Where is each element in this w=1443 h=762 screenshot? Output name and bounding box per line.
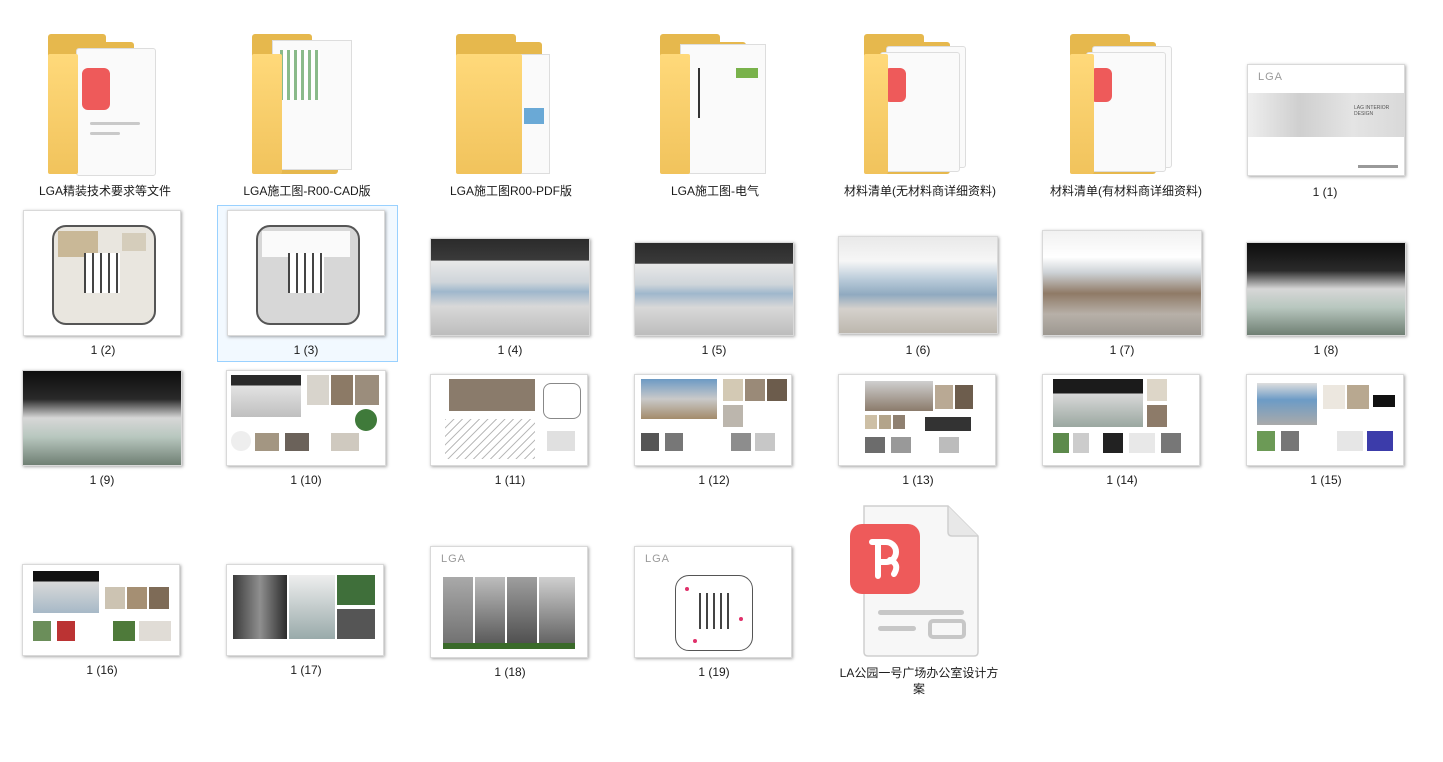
image-thumbnail bbox=[430, 374, 588, 466]
image-item[interactable]: 1 (3) bbox=[222, 208, 390, 360]
item-label: 1 (10) bbox=[290, 473, 322, 487]
item-label: 1 (1) bbox=[1312, 185, 1338, 199]
image-item[interactable]: 1 (11) bbox=[428, 372, 592, 492]
image-thumbnail bbox=[1042, 230, 1202, 336]
image-thumbnail bbox=[634, 242, 794, 336]
item-label: 1 (14) bbox=[1106, 473, 1138, 487]
item-label: LGA精装技术要求等文件 bbox=[38, 184, 171, 198]
image-thumbnail bbox=[1246, 374, 1404, 466]
item-label: 1 (5) bbox=[701, 343, 727, 357]
image-item[interactable]: 1 (16) bbox=[20, 562, 184, 682]
image-thumbnail bbox=[22, 370, 182, 466]
image-thumbnail bbox=[23, 210, 181, 336]
image-item[interactable]: 1 (4) bbox=[428, 236, 592, 360]
image-item[interactable]: 1 (13) bbox=[836, 372, 1000, 492]
item-label: 1 (17) bbox=[290, 663, 322, 677]
image-thumbnail bbox=[838, 236, 998, 334]
image-item[interactable]: LGA 1 (18) bbox=[428, 544, 592, 682]
image-item[interactable]: LGA 1 (19) bbox=[632, 544, 796, 682]
folder-item[interactable]: LGA施工图-R00-CAD版 bbox=[232, 28, 382, 204]
folder-item[interactable]: 材料清单(有材料商详细资料) bbox=[1046, 28, 1206, 204]
item-label: 1 (3) bbox=[293, 343, 319, 357]
image-item[interactable]: 1 (5) bbox=[632, 240, 796, 360]
logo-text: LGA bbox=[645, 553, 671, 565]
image-item[interactable]: 1 (7) bbox=[1040, 228, 1204, 360]
image-thumbnail bbox=[838, 374, 996, 466]
pdf-file-item[interactable]: LA公园一号广场办公室设计方案 bbox=[836, 502, 1002, 702]
image-thumbnail: LGA LAG INTERIOR DESIGN bbox=[1247, 64, 1405, 176]
image-item[interactable]: 1 (9) bbox=[20, 368, 184, 492]
logo-text: LGA bbox=[1258, 71, 1284, 83]
image-thumbnail: LGA bbox=[430, 546, 588, 658]
image-item[interactable]: 1 (14) bbox=[1040, 372, 1204, 492]
item-label: LGA施工图-R00-CAD版 bbox=[243, 184, 371, 198]
item-label: 1 (12) bbox=[698, 473, 730, 487]
item-label: 1 (16) bbox=[86, 663, 118, 677]
item-label: 1 (2) bbox=[90, 343, 116, 357]
item-label: 材料清单(有材料商详细资料) bbox=[1050, 184, 1202, 198]
item-label: LA公园一号广场办公室设计方案 bbox=[839, 666, 999, 696]
image-thumbnail bbox=[226, 564, 384, 656]
item-label: 1 (15) bbox=[1310, 473, 1342, 487]
image-item[interactable]: 1 (10) bbox=[224, 368, 388, 492]
item-label: 1 (9) bbox=[89, 473, 115, 487]
folder-item[interactable]: 材料清单(无材料商详细资料) bbox=[844, 28, 996, 204]
image-item[interactable]: 1 (15) bbox=[1244, 372, 1408, 492]
item-label: 1 (11) bbox=[494, 473, 526, 487]
image-item[interactable]: 1 (2) bbox=[20, 208, 186, 360]
item-label: LGA施工图-电气 bbox=[670, 184, 759, 198]
image-item[interactable]: 1 (6) bbox=[836, 234, 1000, 360]
item-label: 1 (19) bbox=[698, 665, 730, 679]
image-thumbnail bbox=[1042, 374, 1200, 466]
image-thumbnail bbox=[22, 564, 180, 656]
item-label: 1 (8) bbox=[1313, 343, 1339, 357]
design-text: LAG INTERIOR DESIGN bbox=[1354, 105, 1390, 117]
logo-text: LGA bbox=[441, 553, 467, 565]
item-label: 1 (4) bbox=[497, 343, 523, 357]
image-thumbnail bbox=[634, 374, 792, 466]
image-item[interactable]: 1 (8) bbox=[1244, 240, 1408, 360]
item-label: LGA施工图R00-PDF版 bbox=[449, 184, 573, 198]
folder-item[interactable]: LGA精装技术要求等文件 bbox=[30, 28, 180, 204]
item-label: 1 (6) bbox=[905, 343, 931, 357]
item-label: 材料清单(无材料商详细资料) bbox=[844, 184, 996, 198]
item-label: 1 (7) bbox=[1109, 343, 1135, 357]
folder-item[interactable]: LGA施工图-电气 bbox=[640, 28, 790, 204]
item-label: 1 (13) bbox=[902, 473, 934, 487]
item-label: 1 (18) bbox=[494, 665, 526, 679]
image-item[interactable]: 1 (12) bbox=[632, 372, 796, 492]
image-thumbnail bbox=[430, 238, 590, 336]
image-thumbnail bbox=[1246, 242, 1406, 336]
image-thumbnail bbox=[227, 210, 385, 336]
folder-item[interactable]: LGA施工图R00-PDF版 bbox=[436, 28, 586, 204]
image-item[interactable]: LGA LAG INTERIOR DESIGN 1 (1) bbox=[1240, 60, 1410, 204]
image-thumbnail bbox=[226, 370, 386, 466]
image-item[interactable]: 1 (17) bbox=[224, 562, 388, 682]
image-thumbnail: LGA bbox=[634, 546, 792, 658]
